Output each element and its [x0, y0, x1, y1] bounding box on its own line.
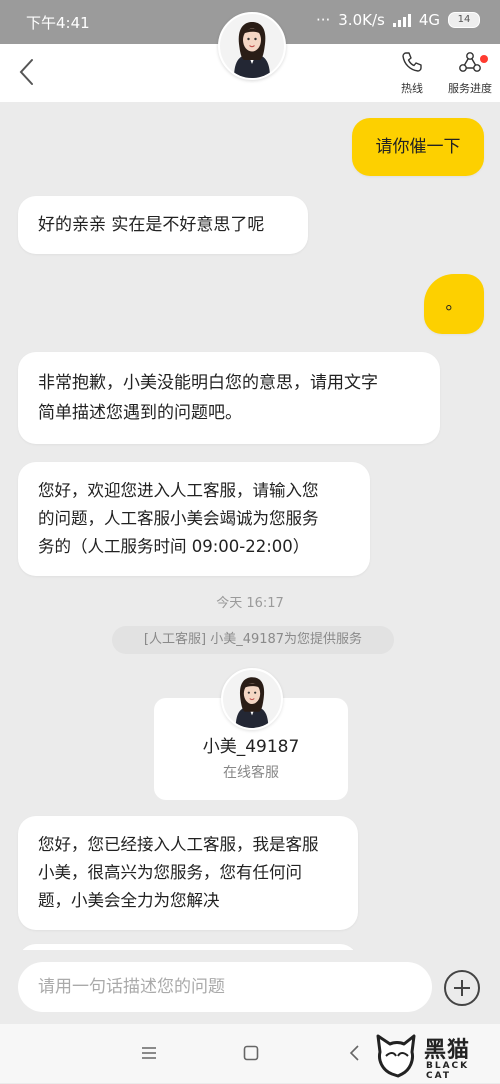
agent-name: 小美_49187 [202, 737, 300, 757]
plus-icon [454, 980, 470, 996]
network-type: 4G [418, 11, 440, 29]
message-bubble-incoming[interactable]: 好的亲亲 实在是不好意思了呢 [18, 196, 308, 254]
notification-dot [480, 55, 488, 63]
blackcat-logo-icon [376, 1034, 416, 1078]
hotline-button[interactable]: 热线 [395, 50, 429, 96]
message-text: 。 [445, 294, 463, 314]
status-time: 下午4:41 [26, 14, 90, 32]
message-line: 务的（人工服务时间 09:00-22:00） [38, 537, 310, 556]
menu-icon[interactable] [140, 1044, 158, 1062]
message-line: 简单描述您遇到的问题吧。 [38, 403, 242, 423]
agent-role: 在线客服 [223, 765, 279, 781]
chat-timestamp: 今天 16:17 [216, 596, 284, 611]
message-line: 题，小美会全力为您解决 [38, 891, 220, 910]
dots-icon: ··· [315, 11, 331, 29]
progress-icon [459, 52, 481, 72]
message-text: 请你催一下 [375, 137, 461, 157]
back-nav-icon[interactable] [346, 1044, 364, 1062]
phone-icon [402, 52, 422, 72]
signal-icon [392, 13, 411, 27]
agent-avatar-image [220, 14, 284, 78]
service-progress-button[interactable]: 服务进度 [446, 50, 494, 96]
input-bar [0, 950, 500, 1024]
message-line: 您好，欢迎您进入人工客服，请输入您 [38, 481, 319, 500]
agent-card-avatar [221, 668, 283, 730]
home-icon[interactable] [242, 1044, 260, 1062]
watermark-title: 黑猫 [424, 1038, 471, 1063]
message-text: 好的亲亲 实在是不好意思了呢 [38, 215, 265, 235]
message-line: 的问题，人工客服小美会竭诚为您服务 [38, 509, 319, 528]
message-bubble-incoming[interactable]: 您好，您已经接入人工客服，我是客服 小美，很高兴为您服务，您有任何问 题，小美会… [18, 816, 358, 930]
message-bubble-outgoing[interactable]: 。 [424, 274, 484, 334]
battery-icon: 14 [448, 12, 480, 28]
net-speed: 3.0K/s [338, 11, 385, 29]
progress-label: 服务进度 [448, 82, 492, 95]
header-avatar[interactable] [218, 12, 286, 80]
blackcat-watermark: 黑猫 BLACK CAT [372, 1030, 496, 1081]
agent-avatar-image [223, 670, 281, 728]
message-line: 小美，很高兴为您服务，您有任何问 [38, 863, 302, 882]
add-button[interactable] [444, 970, 480, 1006]
message-bubble-outgoing[interactable]: 请你催一下 [352, 118, 484, 176]
message-line: 您好，您已经接入人工客服，我是客服 [38, 835, 319, 854]
watermark-subtitle: BLACK CAT [426, 1061, 470, 1081]
chevron-left-icon [19, 59, 33, 85]
message-line: 非常抱歉，小美没能明白您的意思，请用文字 [38, 373, 378, 393]
message-bubble-incoming[interactable]: 您好，欢迎您进入人工客服，请输入您 的问题，人工客服小美会竭诚为您服务 务的（人… [18, 462, 370, 576]
system-notice: [人工客服] 小美_49187为您提供服务 [112, 626, 394, 654]
status-right: ··· 3.0K/s 4G 14 [316, 11, 480, 29]
hotline-label: 热线 [401, 82, 423, 95]
message-bubble-incoming[interactable]: 非常抱歉，小美没能明白您的意思，请用文字 简单描述您遇到的问题吧。 [18, 352, 440, 444]
message-input[interactable] [18, 962, 432, 1012]
back-button[interactable] [12, 54, 44, 90]
